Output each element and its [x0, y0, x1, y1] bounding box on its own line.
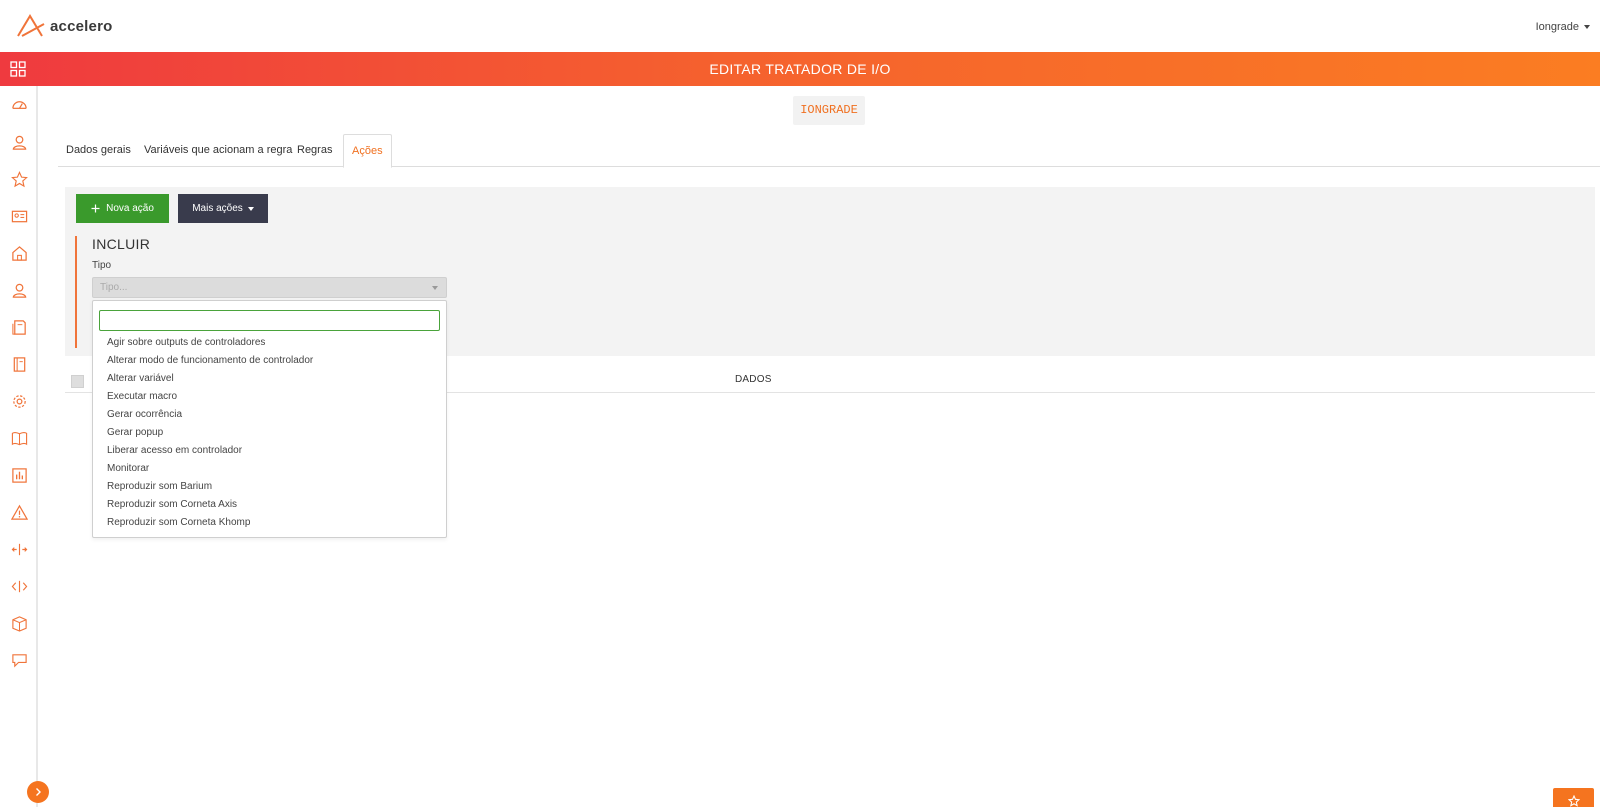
- star-icon: [10, 170, 28, 187]
- gear-icon: [12, 394, 26, 408]
- type-option[interactable]: Liberar acesso em controlador: [93, 442, 446, 460]
- type-option[interactable]: Reproduzir som Barium: [93, 478, 446, 496]
- type-option[interactable]: Agir sobre outputs de controladores: [93, 334, 446, 352]
- type-option[interactable]: Monitorar: [93, 460, 446, 478]
- notebook-icon: [13, 356, 25, 372]
- sidebar-item-users[interactable]: [10, 133, 28, 151]
- person-icon: [12, 283, 26, 298]
- more-actions-button[interactable]: Mais ações: [178, 194, 268, 223]
- sidebar: [0, 86, 38, 807]
- chevron-down-icon: [1584, 25, 1590, 29]
- record-name-badge: IONGRADE: [793, 96, 865, 125]
- sidebar-item-reports[interactable]: [10, 466, 28, 484]
- sidebar-item-support[interactable]: [10, 651, 28, 669]
- type-option[interactable]: Alterar variável: [93, 370, 446, 388]
- type-option[interactable]: Alterar modo de funcionamento de control…: [93, 352, 446, 370]
- tab-bar: Dados gerais Variáveis que acionam a reg…: [58, 134, 1600, 168]
- include-title: INCLUIR: [92, 236, 151, 252]
- tab-variaveis[interactable]: Variáveis que acionam a regra: [136, 134, 300, 167]
- type-option[interactable]: Reproduzir som Corneta Khomp: [93, 514, 446, 532]
- type-label: Tipo: [92, 260, 112, 271]
- sidebar-item-home[interactable]: [10, 244, 28, 262]
- chevron-down-icon: [247, 206, 254, 211]
- tab-dados-gerais[interactable]: Dados gerais: [58, 134, 139, 167]
- code-icon: [11, 580, 27, 592]
- sidebar-item-integration[interactable]: [10, 540, 28, 558]
- type-option[interactable]: Gerar ocorrência: [93, 406, 446, 424]
- chevron-down-icon: [432, 286, 438, 290]
- type-select-placeholder: Tipo...: [100, 282, 128, 293]
- sidebar-item-alerts[interactable]: [10, 503, 28, 521]
- chevron-right-icon: [36, 788, 41, 796]
- book-icon: [11, 431, 27, 445]
- type-dropdown: Agir sobre outputs de controladores Alte…: [92, 300, 447, 538]
- sidebar-item-favorites[interactable]: [10, 170, 28, 188]
- new-action-label: Nova ação: [106, 203, 154, 214]
- app-logo[interactable]: accelero: [16, 14, 112, 38]
- more-actions-label: Mais ações: [192, 203, 243, 214]
- document-icon: [11, 319, 26, 335]
- type-options-list: Agir sobre outputs de controladores Alte…: [93, 334, 446, 532]
- type-option[interactable]: Reproduzir som Corneta Axis: [93, 496, 446, 514]
- column-header-dados: DADOS: [735, 374, 772, 385]
- logo-text: accelero: [50, 17, 113, 35]
- dashboard-gauge-icon: [11, 100, 27, 109]
- sidebar-item-settings[interactable]: [10, 392, 28, 410]
- accelero-logo-icon: [17, 14, 45, 37]
- type-option[interactable]: Gerar popup: [93, 424, 446, 442]
- page-header: EDITAR TRATADOR DE I/O: [0, 52, 1600, 86]
- sidebar-item-packages[interactable]: [10, 614, 28, 632]
- sidebar-item-notebook[interactable]: [10, 355, 28, 373]
- user-icon: [12, 135, 26, 150]
- sidebar-item-dashboard[interactable]: [10, 96, 28, 114]
- speech-bubble-icon: [11, 653, 27, 668]
- home-icon: [11, 245, 27, 261]
- tab-regras[interactable]: Regras: [289, 134, 340, 167]
- sidebar-item-documents[interactable]: [10, 318, 28, 336]
- chart-icon: [11, 467, 27, 483]
- sidebar-item-developer[interactable]: [10, 577, 28, 595]
- package-icon: [11, 615, 27, 632]
- new-action-button[interactable]: Nova ação: [76, 194, 169, 223]
- type-select[interactable]: Tipo...: [92, 277, 447, 298]
- favorite-fab-button[interactable]: [1553, 788, 1594, 807]
- user-name: Iongrade: [1535, 21, 1579, 33]
- select-all-checkbox[interactable]: [71, 375, 84, 388]
- type-option[interactable]: Executar macro: [93, 388, 446, 406]
- type-search-input[interactable]: [99, 310, 440, 331]
- sidebar-item-people[interactable]: [10, 281, 28, 299]
- star-icon: [1567, 795, 1580, 807]
- tab-acoes[interactable]: Ações: [343, 134, 392, 168]
- arrows-expand-icon: [11, 543, 27, 555]
- page-title: EDITAR TRATADOR DE I/O: [709, 61, 891, 77]
- sidebar-item-credentials[interactable]: [10, 207, 28, 225]
- plus-icon: [91, 204, 100, 213]
- warning-icon: [10, 504, 28, 520]
- id-card-icon: [11, 210, 27, 222]
- sidebar-expand-button[interactable]: [27, 781, 49, 803]
- user-menu[interactable]: Iongrade: [1536, 21, 1590, 33]
- sidebar-item-manual[interactable]: [10, 429, 28, 447]
- top-bar: accelero Iongrade: [0, 0, 1600, 52]
